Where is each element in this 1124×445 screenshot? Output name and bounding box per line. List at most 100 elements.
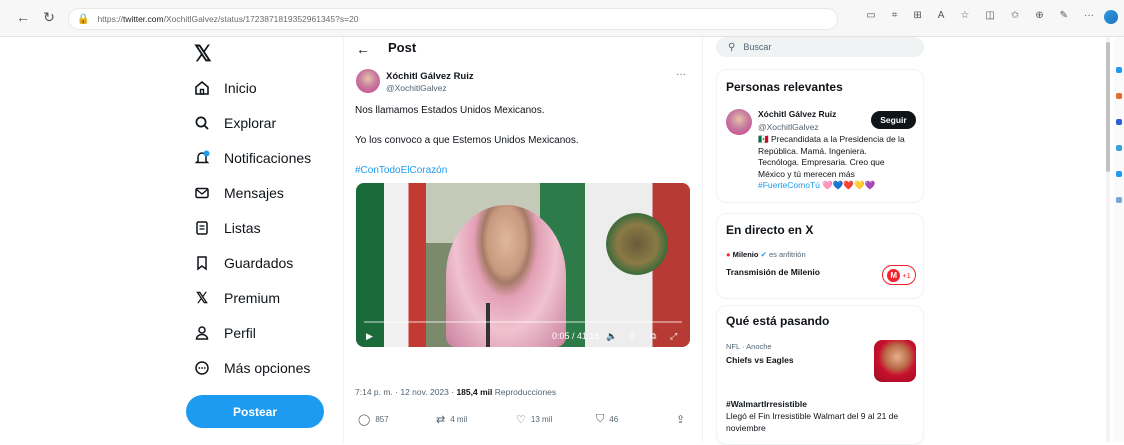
sidebar-item-perfil[interactable]: Perfil bbox=[194, 320, 256, 346]
left-sidebar: 𝕏 Inicio Explorar Notificaciones Mensaje… bbox=[186, 37, 336, 442]
split-screen-icon[interactable]: ◫ bbox=[985, 10, 994, 21]
repost-button[interactable]: ⇄ 4 mil bbox=[436, 413, 467, 426]
url-text: https://twitter.com/XochitlGalvez/status… bbox=[97, 14, 359, 24]
sidebar-app-icon[interactable] bbox=[1116, 67, 1122, 73]
trend-title[interactable]: Chiefs vs Eagles bbox=[726, 355, 794, 365]
person-icon bbox=[194, 325, 210, 341]
bio-hashtag[interactable]: #FuerteComoTú bbox=[758, 180, 820, 190]
relevant-handle[interactable]: @XochitlGalvez bbox=[758, 122, 819, 132]
qr-icon[interactable]: ⌗ bbox=[892, 10, 898, 21]
collections-icon[interactable]: ⊕ bbox=[1035, 10, 1043, 21]
post-button[interactable]: Postear bbox=[186, 395, 324, 428]
settings-gear-icon[interactable]: ⚙ bbox=[628, 331, 636, 342]
sidebar-item-listas[interactable]: Listas bbox=[194, 215, 261, 241]
tweet-timestamp[interactable]: 7:14 p. m. · 12 nov. 2023 · bbox=[355, 387, 456, 397]
search-icon bbox=[194, 115, 210, 131]
x-icon: 𝕏 bbox=[195, 290, 209, 307]
hashtag-link[interactable]: #ConTodoElCorazón bbox=[355, 165, 447, 176]
copilot-icon[interactable] bbox=[1104, 10, 1118, 24]
sidebar-item-mas-opciones[interactable]: Más opciones bbox=[194, 355, 310, 381]
volume-icon[interactable]: 🔈 bbox=[606, 331, 617, 342]
bookmark-icon: ⛉ bbox=[596, 413, 605, 425]
bell-icon bbox=[194, 150, 210, 166]
video-controls: ▶ 0:05 / 41:16 🔈 ⚙ ⧉ ⤢ bbox=[356, 325, 690, 347]
avatar[interactable] bbox=[356, 69, 380, 93]
extension-icon[interactable]: ✎ bbox=[1060, 10, 1068, 21]
back-arrow-icon[interactable]: ← bbox=[14, 9, 32, 25]
live-host[interactable]: ● Milenio ✔ es anfitrión bbox=[726, 250, 806, 259]
bookmark-count: 46 bbox=[609, 415, 619, 424]
more-options-icon[interactable]: ··· bbox=[676, 69, 686, 80]
heart-icon: ♡ bbox=[516, 414, 526, 426]
bio-hearts: 🩷💙❤️💛💜 bbox=[822, 180, 876, 190]
trend-meta: NFL · Anoche bbox=[726, 342, 772, 351]
sidebar-item-mensajes[interactable]: Mensajes bbox=[194, 180, 284, 206]
search-placeholder: Buscar bbox=[743, 42, 772, 52]
bookmark-button[interactable]: ⛉ 46 bbox=[596, 413, 618, 426]
tweet-views-label: Reproducciones bbox=[492, 387, 557, 397]
author-handle[interactable]: @XochitlGalvez bbox=[386, 83, 447, 93]
sidebar-item-label: Premium bbox=[224, 290, 281, 306]
pip-icon[interactable]: ⧉ bbox=[650, 331, 656, 342]
live-title: En directo en X bbox=[726, 223, 814, 237]
favorites-icon[interactable]: ✩ bbox=[1011, 10, 1019, 21]
reader-icon[interactable]: ▭ bbox=[866, 10, 875, 21]
back-arrow-icon[interactable]: ← bbox=[356, 41, 370, 57]
sidebar-item-inicio[interactable]: Inicio bbox=[194, 75, 257, 101]
reply-button[interactable]: ◯ 857 bbox=[358, 413, 389, 426]
refresh-icon[interactable]: ↻ bbox=[40, 9, 58, 26]
sidebar-item-notificaciones[interactable]: Notificaciones bbox=[194, 145, 311, 171]
sidebar-app-icon[interactable] bbox=[1116, 197, 1122, 203]
sidebar-item-guardados[interactable]: Guardados bbox=[194, 250, 293, 276]
apps-icon[interactable]: ⊞ bbox=[913, 10, 921, 21]
address-bar[interactable]: 🔒 https://twitter.com/XochitlGalvez/stat… bbox=[68, 8, 838, 30]
share-button[interactable]: ⇪ bbox=[676, 413, 690, 426]
play-icon[interactable]: ▶ bbox=[366, 331, 373, 342]
search-icon: ⚲ bbox=[728, 41, 736, 53]
relevant-people-title: Personas relevantes bbox=[726, 80, 843, 94]
tweet-text-line: Nos llamamos Estados Unidos Mexicanos. bbox=[355, 105, 545, 116]
avatar[interactable] bbox=[726, 109, 752, 135]
sidebar-app-icon[interactable] bbox=[1116, 145, 1122, 151]
search-input[interactable]: ⚲ Buscar bbox=[716, 37, 924, 57]
follow-button[interactable]: Seguir bbox=[871, 111, 916, 129]
sidebar-app-icon[interactable] bbox=[1116, 93, 1122, 99]
tweet-actions: ◯ 857 ⇄ 4 mil ♡ 13 mil ⛉ 46 ⇪ bbox=[344, 413, 704, 433]
milenio-logo-icon: ● bbox=[726, 250, 731, 259]
home-icon bbox=[194, 80, 210, 96]
browser-toolbar-icons: ▭ ⌗ ⊞ A ☆ ◫ ✩ ⊕ ✎ ··· bbox=[866, 10, 1094, 21]
more-circle-icon bbox=[194, 360, 210, 376]
video-progress-bar[interactable] bbox=[364, 321, 682, 323]
browser-toolbar: ← ↻ 🔒 https://twitter.com/XochitlGalvez/… bbox=[0, 0, 1124, 37]
tweet-views-count: 185,4 mil bbox=[456, 387, 493, 397]
fullscreen-icon[interactable]: ⤢ bbox=[670, 331, 677, 342]
video-player[interactable]: ▶ 0:05 / 41:16 🔈 ⚙ ⧉ ⤢ bbox=[356, 183, 690, 347]
share-icon: ⇪ bbox=[676, 414, 686, 426]
sidebar-item-label: Explorar bbox=[224, 115, 277, 131]
sidebar-app-icon[interactable] bbox=[1116, 119, 1122, 125]
trend-thumbnail[interactable] bbox=[874, 340, 916, 382]
trend-title[interactable]: #WalmartIrresistible bbox=[726, 399, 807, 409]
bio-line: México y tú merecen más bbox=[758, 168, 855, 179]
sidebar-item-explorar[interactable]: Explorar bbox=[194, 110, 276, 136]
x-logo-icon[interactable]: 𝕏 bbox=[194, 41, 212, 67]
author-name[interactable]: Xóchitl Gálvez Ruiz bbox=[386, 71, 474, 82]
bio-line: Tecnóloga. Empresaria. Creo que bbox=[758, 157, 885, 167]
live-stream-title[interactable]: Transmisión de Milenio bbox=[726, 267, 820, 277]
relevant-name[interactable]: Xóchitl Gálvez Ruiz bbox=[758, 109, 836, 119]
sidebar-item-premium[interactable]: 𝕏 Premium bbox=[194, 285, 280, 311]
menu-dots-icon[interactable]: ··· bbox=[1084, 10, 1094, 21]
live-participants-badge[interactable]: M +1 bbox=[882, 265, 916, 285]
read-aloud-icon[interactable]: A bbox=[938, 10, 945, 21]
favorite-star-icon[interactable]: ☆ bbox=[960, 10, 969, 21]
sidebar-item-label: Listas bbox=[224, 220, 261, 236]
lock-icon: 🔒 bbox=[77, 13, 90, 25]
sidebar-app-icon[interactable] bbox=[1116, 171, 1122, 177]
like-button[interactable]: ♡ 13 mil bbox=[516, 413, 552, 426]
page-title: Post bbox=[388, 40, 417, 55]
scrollbar-thumb[interactable] bbox=[1106, 42, 1110, 172]
sidebar-item-label: Mensajes bbox=[224, 185, 284, 201]
tweet-text-line: Yo los convoco a que Estemos Unidos Mexi… bbox=[355, 135, 579, 146]
mail-icon bbox=[194, 185, 210, 201]
trends-title: Qué está pasando bbox=[726, 314, 830, 328]
